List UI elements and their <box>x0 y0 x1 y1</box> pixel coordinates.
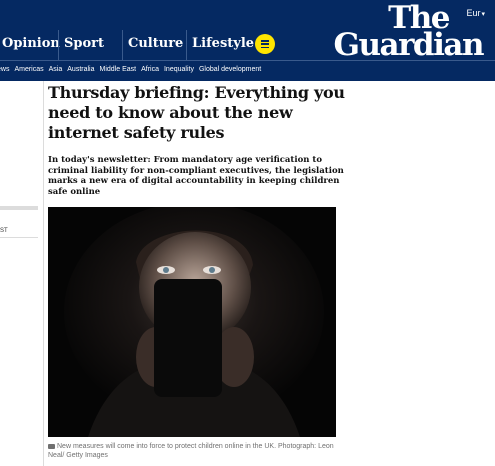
subnav-item-australia[interactable]: Australia <box>67 66 94 73</box>
subnav-item-africa[interactable]: Africa <box>141 66 159 73</box>
photo-caption: New measures will come into force to pro… <box>48 442 348 460</box>
pillar-lifestyle[interactable]: Lifestyle <box>186 30 254 60</box>
article-headline: Thursday briefing: Everything you need t… <box>48 83 345 142</box>
guardian-logo[interactable]: The Guardian <box>328 3 484 63</box>
menu-button[interactable] <box>255 34 275 54</box>
pillar-opinion[interactable]: Opinion <box>0 30 60 60</box>
left-column-bar <box>0 206 38 210</box>
subnav-item-news[interactable]: ews <box>0 66 9 73</box>
masthead: Eur▾ The Guardian Opinion Sport Culture … <box>0 0 495 60</box>
column-divider <box>43 81 44 466</box>
menu-line-icon <box>261 43 269 45</box>
subnav-item-americas[interactable]: Americas <box>14 66 43 73</box>
subnav-item-global-development[interactable]: Global development <box>199 66 261 73</box>
article-photo <box>48 207 336 437</box>
logo-line-2: Guardian <box>333 26 484 63</box>
caption-text: New measures will come into force to pro… <box>48 443 334 459</box>
pillar-culture[interactable]: Culture <box>122 30 186 60</box>
pillar-nav: Opinion Sport Culture Lifestyle <box>0 30 254 60</box>
subnav-item-inequality[interactable]: Inequality <box>164 66 194 73</box>
pillar-sport[interactable]: Sport <box>58 30 122 60</box>
child-with-phone-image <box>48 207 336 437</box>
article-standfirst: In today's newsletter: From mandatory ag… <box>48 155 344 197</box>
sub-navigation: ews Americas Asia Australia Middle East … <box>0 60 495 81</box>
left-column-rule <box>0 237 38 238</box>
camera-icon <box>48 443 55 449</box>
left-column-fragment: ST <box>0 228 8 234</box>
menu-line-icon <box>261 46 269 49</box>
menu-line-icon <box>261 40 269 42</box>
subnav-item-asia[interactable]: Asia <box>49 66 63 73</box>
subnav-item-middle-east[interactable]: Middle East <box>100 66 137 73</box>
